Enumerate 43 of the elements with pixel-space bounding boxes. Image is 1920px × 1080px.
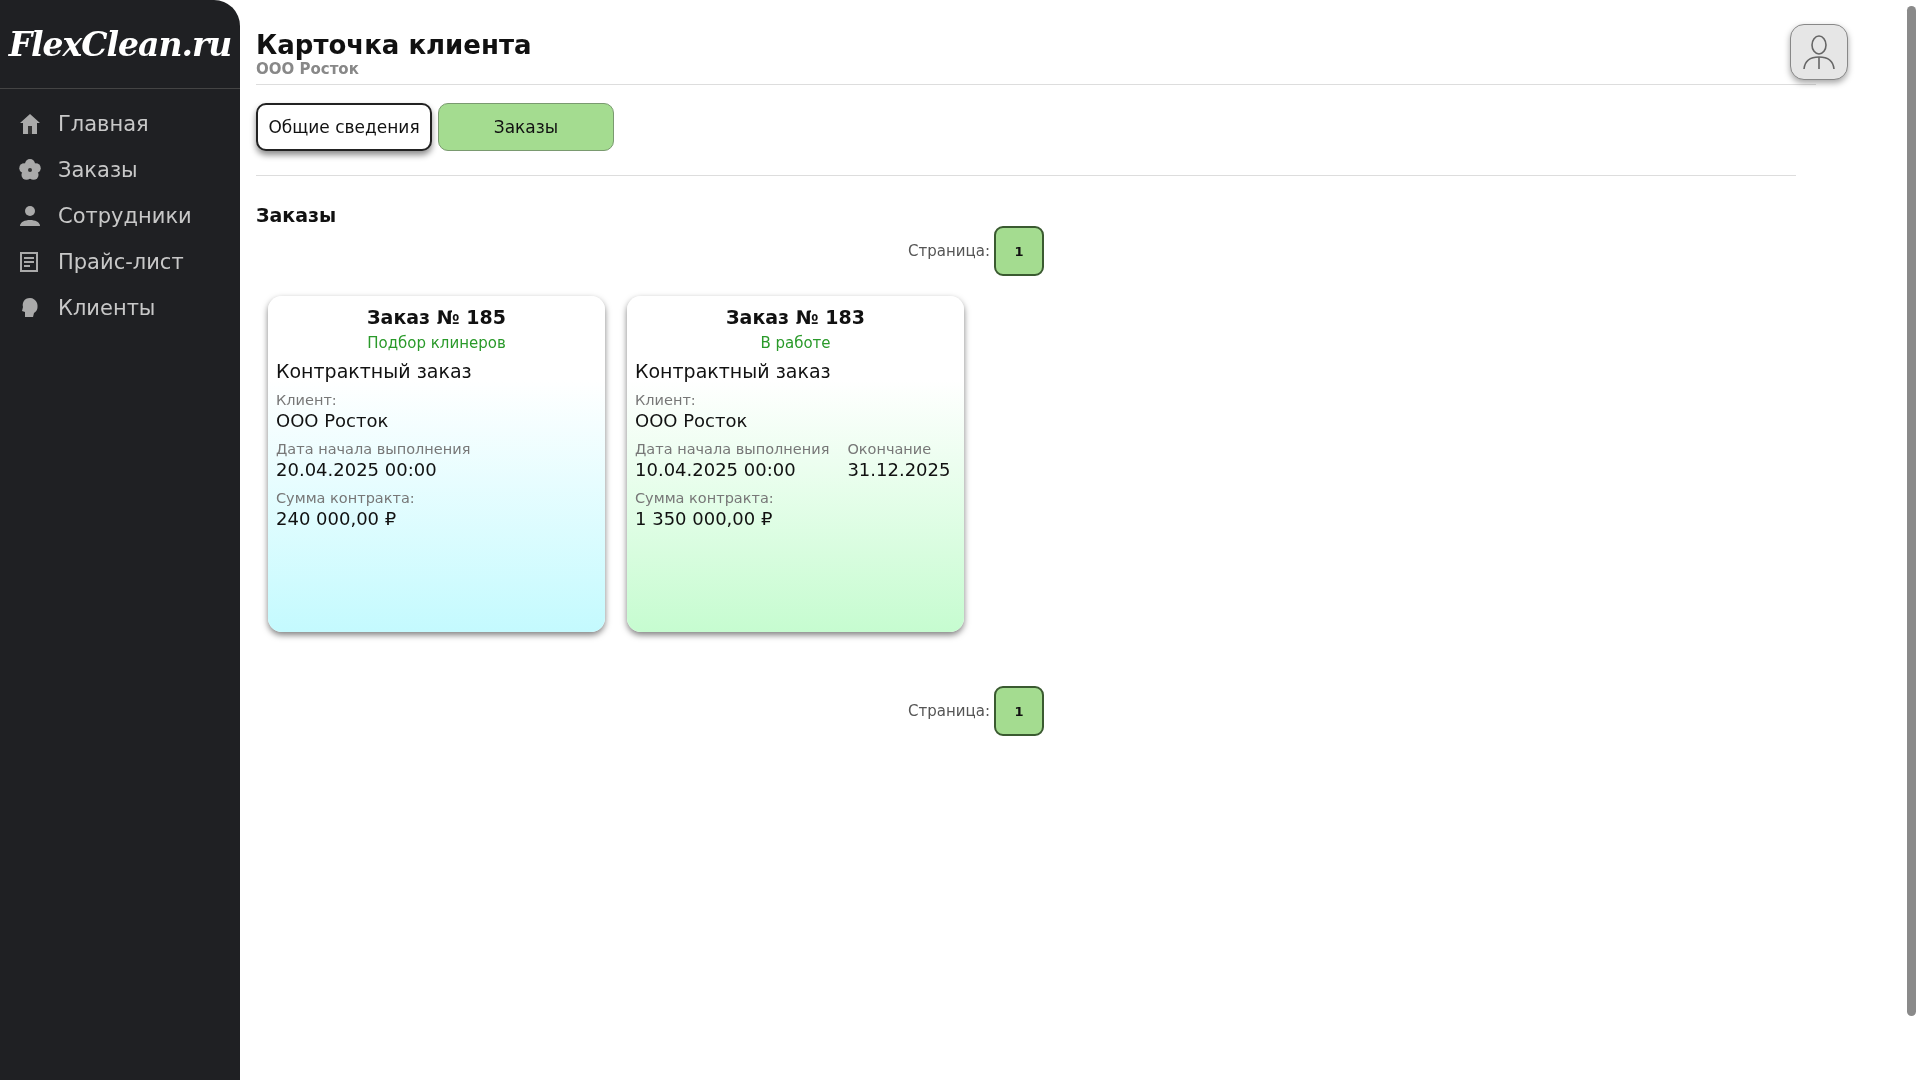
field-label: Сумма контракта: [635, 490, 775, 506]
scrollbar-thumb[interactable] [1907, 6, 1916, 1016]
profile-button[interactable] [1790, 24, 1848, 80]
field-value: ООО Росток [276, 410, 390, 431]
nav-item[interactable]: Главная [0, 103, 240, 145]
order-card[interactable]: Заказ № 183 В работе Контрактный заказ Клиент: ООО Росток Дата начала выполнения 10.04.2025 00:00 Окончание 31.12.2025 Сумма контракта: 1 350 000,00 ₽ [627, 296, 964, 632]
field-label: Клиент: [276, 392, 338, 408]
page-label: Страница: [908, 702, 990, 720]
client-name: ООО Росток [256, 60, 360, 78]
page-button[interactable]: 1 [993, 226, 1044, 276]
page-button[interactable]: 1 [993, 686, 1044, 736]
nav-item[interactable]: Заказы [0, 149, 240, 191]
field-label: Дата начала выполнения [635, 441, 830, 457]
field-label: Сумма контракта: [276, 490, 416, 506]
tab[interactable]: Общие сведения [256, 103, 432, 151]
tab[interactable]: Заказы [438, 103, 614, 151]
page-label: Страница: [908, 242, 990, 260]
field-value: 10.04.2025 00:00 [635, 459, 797, 480]
field-label: Клиент: [635, 392, 697, 408]
people-icon [18, 204, 42, 228]
nav-item[interactable]: Клиенты [0, 287, 240, 329]
nav-item[interactable]: Сотрудники [0, 195, 240, 237]
order-type: Контрактный заказ [276, 360, 473, 382]
field-label: Дата начала выполнения [276, 441, 471, 457]
field-value: ООО Росток [635, 410, 749, 431]
field-value: 240 000,00 ₽ [276, 508, 398, 529]
page-title: Карточка клиента [256, 30, 533, 60]
order-title: Заказ № 185 [366, 306, 507, 328]
order-title: Заказ № 183 [725, 306, 866, 328]
order-type: Контрактный заказ [635, 360, 832, 382]
order-card[interactable]: Заказ № 185 Подбор клинеров Контрактный заказ Клиент: ООО Росток Дата начала выполнения 20.04.2025 00:00 Сумма контракта: 240 000,00 ₽ [268, 296, 605, 632]
order-status: Подбор клинеров [366, 334, 507, 352]
field-value: 1 350 000,00 ₽ [635, 508, 774, 529]
order-status: В работе [759, 334, 832, 352]
field-value: 31.12.2025 [847, 459, 951, 480]
section-title: Заказы [256, 204, 338, 226]
flower-icon [18, 158, 42, 182]
logo: FlexClean.ru [0, 0, 240, 89]
field-label: Окончание [847, 441, 933, 457]
field-value: 20.04.2025 00:00 [276, 459, 438, 480]
nav-item[interactable]: Прайс-лист [0, 241, 240, 283]
house-icon [18, 112, 42, 136]
user-icon [1802, 34, 1836, 70]
